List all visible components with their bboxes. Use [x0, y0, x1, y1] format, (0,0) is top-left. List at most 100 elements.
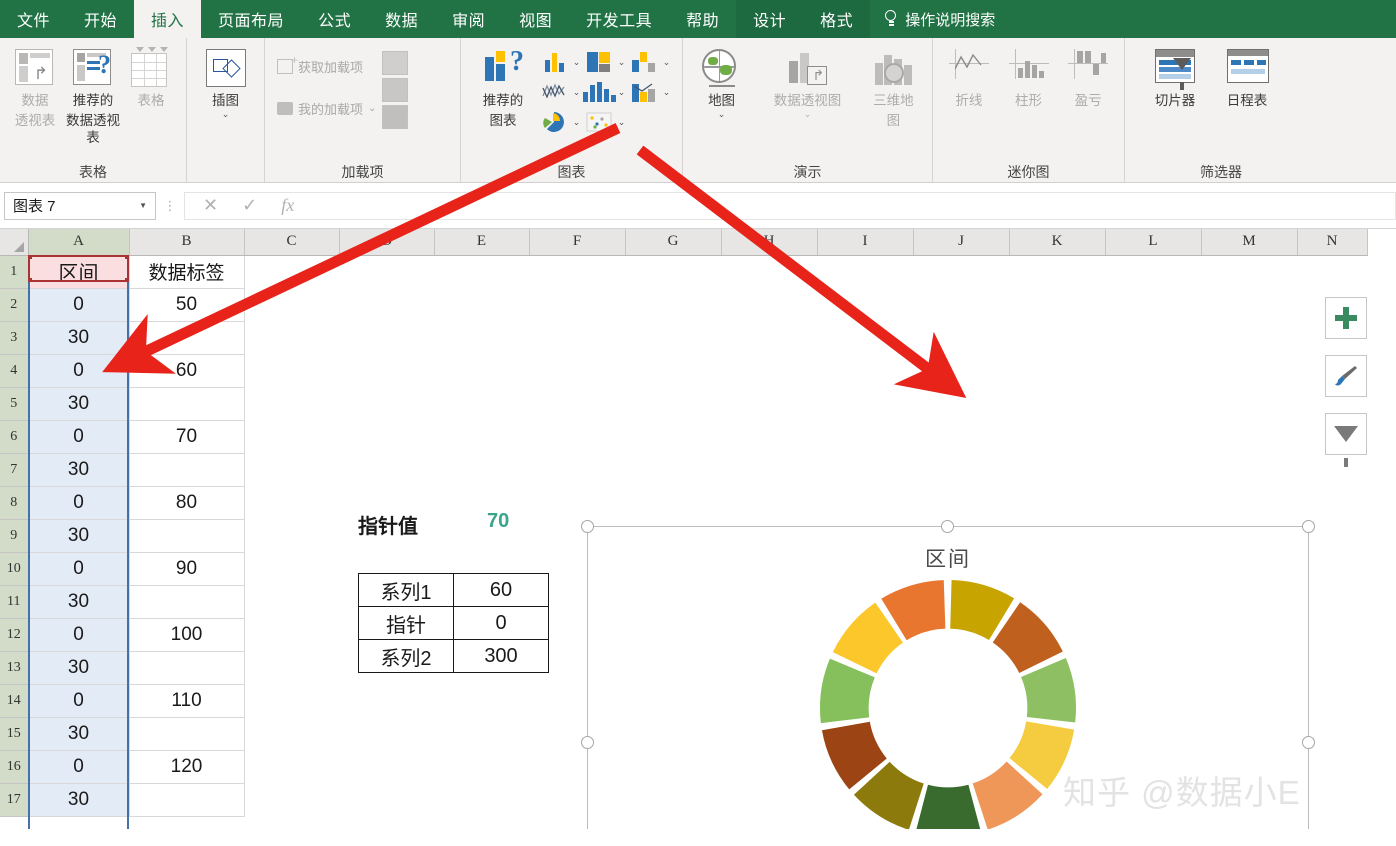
cell-J3[interactable] — [913, 321, 1009, 354]
cell-M6[interactable] — [1201, 420, 1297, 453]
resize-handle-middle-left[interactable] — [581, 735, 594, 749]
sparkline-line-button[interactable]: 折线 — [939, 45, 999, 109]
cell-F7[interactable] — [529, 453, 625, 486]
cell-D6[interactable] — [339, 420, 434, 453]
row-header-2[interactable]: 2 — [0, 288, 29, 322]
cell-B16[interactable]: 120 — [129, 750, 245, 784]
tell-me-search[interactable]: 操作说明搜索 — [870, 0, 995, 38]
my-addins-chevron-down-icon[interactable]: ⌄ — [368, 103, 376, 114]
row-header-4[interactable]: 4 — [0, 354, 29, 388]
cell-J2[interactable] — [913, 288, 1009, 321]
cell-I2[interactable] — [817, 288, 913, 321]
name-box[interactable]: 图表 7 ▼ — [4, 191, 156, 220]
column-header-J[interactable]: J — [913, 229, 1010, 256]
tab-insert[interactable]: 插入 — [134, 0, 202, 38]
cell-H3[interactable] — [721, 321, 817, 354]
cell-H4[interactable] — [721, 354, 817, 387]
cell-E15[interactable] — [434, 717, 529, 750]
cell-H8[interactable] — [721, 486, 817, 519]
cell-A15[interactable]: 30 — [28, 717, 130, 751]
cell-L1[interactable] — [1105, 255, 1201, 288]
cell-A4[interactable]: 0 — [28, 354, 130, 388]
cell-C13[interactable] — [244, 651, 339, 684]
cell-A8[interactable]: 0 — [28, 486, 130, 520]
illustrations-button[interactable]: 插图 ⌄ — [193, 45, 258, 119]
cell-K4[interactable] — [1009, 354, 1105, 387]
cell-E14[interactable] — [434, 684, 529, 717]
sparkline-column-button[interactable]: 柱形 — [999, 45, 1059, 109]
cell-E2[interactable] — [434, 288, 529, 321]
cell-B7[interactable] — [129, 453, 245, 487]
line-chart-chevron-down-icon[interactable]: ⌄ — [570, 87, 583, 98]
column-header-N[interactable]: N — [1297, 229, 1368, 256]
cell-F1[interactable] — [529, 255, 625, 288]
cell-J8[interactable] — [913, 486, 1009, 519]
cell-D16[interactable] — [339, 750, 434, 783]
cell-C11[interactable] — [244, 585, 339, 618]
cell-F8[interactable] — [529, 486, 625, 519]
row-header-15[interactable]: 15 — [0, 717, 29, 751]
cell-B8[interactable]: 80 — [129, 486, 245, 520]
cell-I5[interactable] — [817, 387, 913, 420]
cell-C5[interactable] — [244, 387, 339, 420]
3d-map-button[interactable]: 三维地 图 — [861, 45, 926, 129]
cell-G4[interactable] — [625, 354, 721, 387]
cell-D9[interactable] — [339, 519, 434, 552]
cell-K3[interactable] — [1009, 321, 1105, 354]
row-header-8[interactable]: 8 — [0, 486, 29, 520]
cell-M4[interactable] — [1201, 354, 1297, 387]
tab-data[interactable]: 数据 — [368, 0, 435, 38]
cell-J4[interactable] — [913, 354, 1009, 387]
tab-formulas[interactable]: 公式 — [301, 0, 368, 38]
column-header-B[interactable]: B — [129, 229, 245, 256]
cell-F3[interactable] — [529, 321, 625, 354]
column-header-G[interactable]: G — [625, 229, 722, 256]
cell-C2[interactable] — [244, 288, 339, 321]
cell-E7[interactable] — [434, 453, 529, 486]
cell-L5[interactable] — [1105, 387, 1201, 420]
select-all-corner[interactable] — [0, 229, 29, 256]
people-graph-addin-icon[interactable] — [382, 105, 409, 129]
cell-D2[interactable] — [339, 288, 434, 321]
pivot-chart-chevron-down-icon[interactable]: ⌄ — [804, 110, 812, 119]
combo-chart-chevron-down-icon[interactable]: ⌄ — [660, 87, 673, 98]
cell-H1[interactable] — [721, 255, 817, 288]
cell-I3[interactable] — [817, 321, 913, 354]
cell-B5[interactable] — [129, 387, 245, 421]
tab-file[interactable]: 文件 — [0, 0, 67, 38]
recommended-pivot-button[interactable]: ? 推荐的 数据透视表 — [64, 45, 122, 146]
timeline-button[interactable]: 日程表 — [1211, 45, 1283, 109]
column-header-E[interactable]: E — [434, 229, 530, 256]
cell-B15[interactable] — [129, 717, 245, 751]
cell-J5[interactable] — [913, 387, 1009, 420]
cell-A1[interactable]: 区间 — [28, 255, 130, 289]
cell-L6[interactable] — [1105, 420, 1201, 453]
cell-C3[interactable] — [244, 321, 339, 354]
column-header-M[interactable]: M — [1201, 229, 1298, 256]
cell-M1[interactable] — [1201, 255, 1297, 288]
cell-B10[interactable]: 90 — [129, 552, 245, 586]
pie-chart-chevron-down-icon[interactable]: ⌄ — [570, 117, 583, 128]
tab-review[interactable]: 审阅 — [435, 0, 502, 38]
chart-elements-button[interactable] — [1325, 297, 1367, 339]
cell-C8[interactable] — [244, 486, 339, 519]
cell-A10[interactable]: 0 — [28, 552, 130, 586]
cell-A3[interactable]: 30 — [28, 321, 130, 355]
cell-A5[interactable]: 30 — [28, 387, 130, 421]
cell-L7[interactable] — [1105, 453, 1201, 486]
cell-E16[interactable] — [434, 750, 529, 783]
cell-H6[interactable] — [721, 420, 817, 453]
cell-G1[interactable] — [625, 255, 721, 288]
cell-H7[interactable] — [721, 453, 817, 486]
tab-format[interactable]: 格式 — [803, 0, 871, 38]
cell-A9[interactable]: 30 — [28, 519, 130, 553]
cell-I6[interactable] — [817, 420, 913, 453]
cell-C7[interactable] — [244, 453, 339, 486]
cell-J1[interactable] — [913, 255, 1009, 288]
cell-H5[interactable] — [721, 387, 817, 420]
statistic-chart-icon[interactable] — [582, 78, 616, 106]
cell-E17[interactable] — [434, 783, 529, 816]
cell-C6[interactable] — [244, 420, 339, 453]
cell-B6[interactable]: 70 — [129, 420, 245, 454]
cell-I4[interactable] — [817, 354, 913, 387]
